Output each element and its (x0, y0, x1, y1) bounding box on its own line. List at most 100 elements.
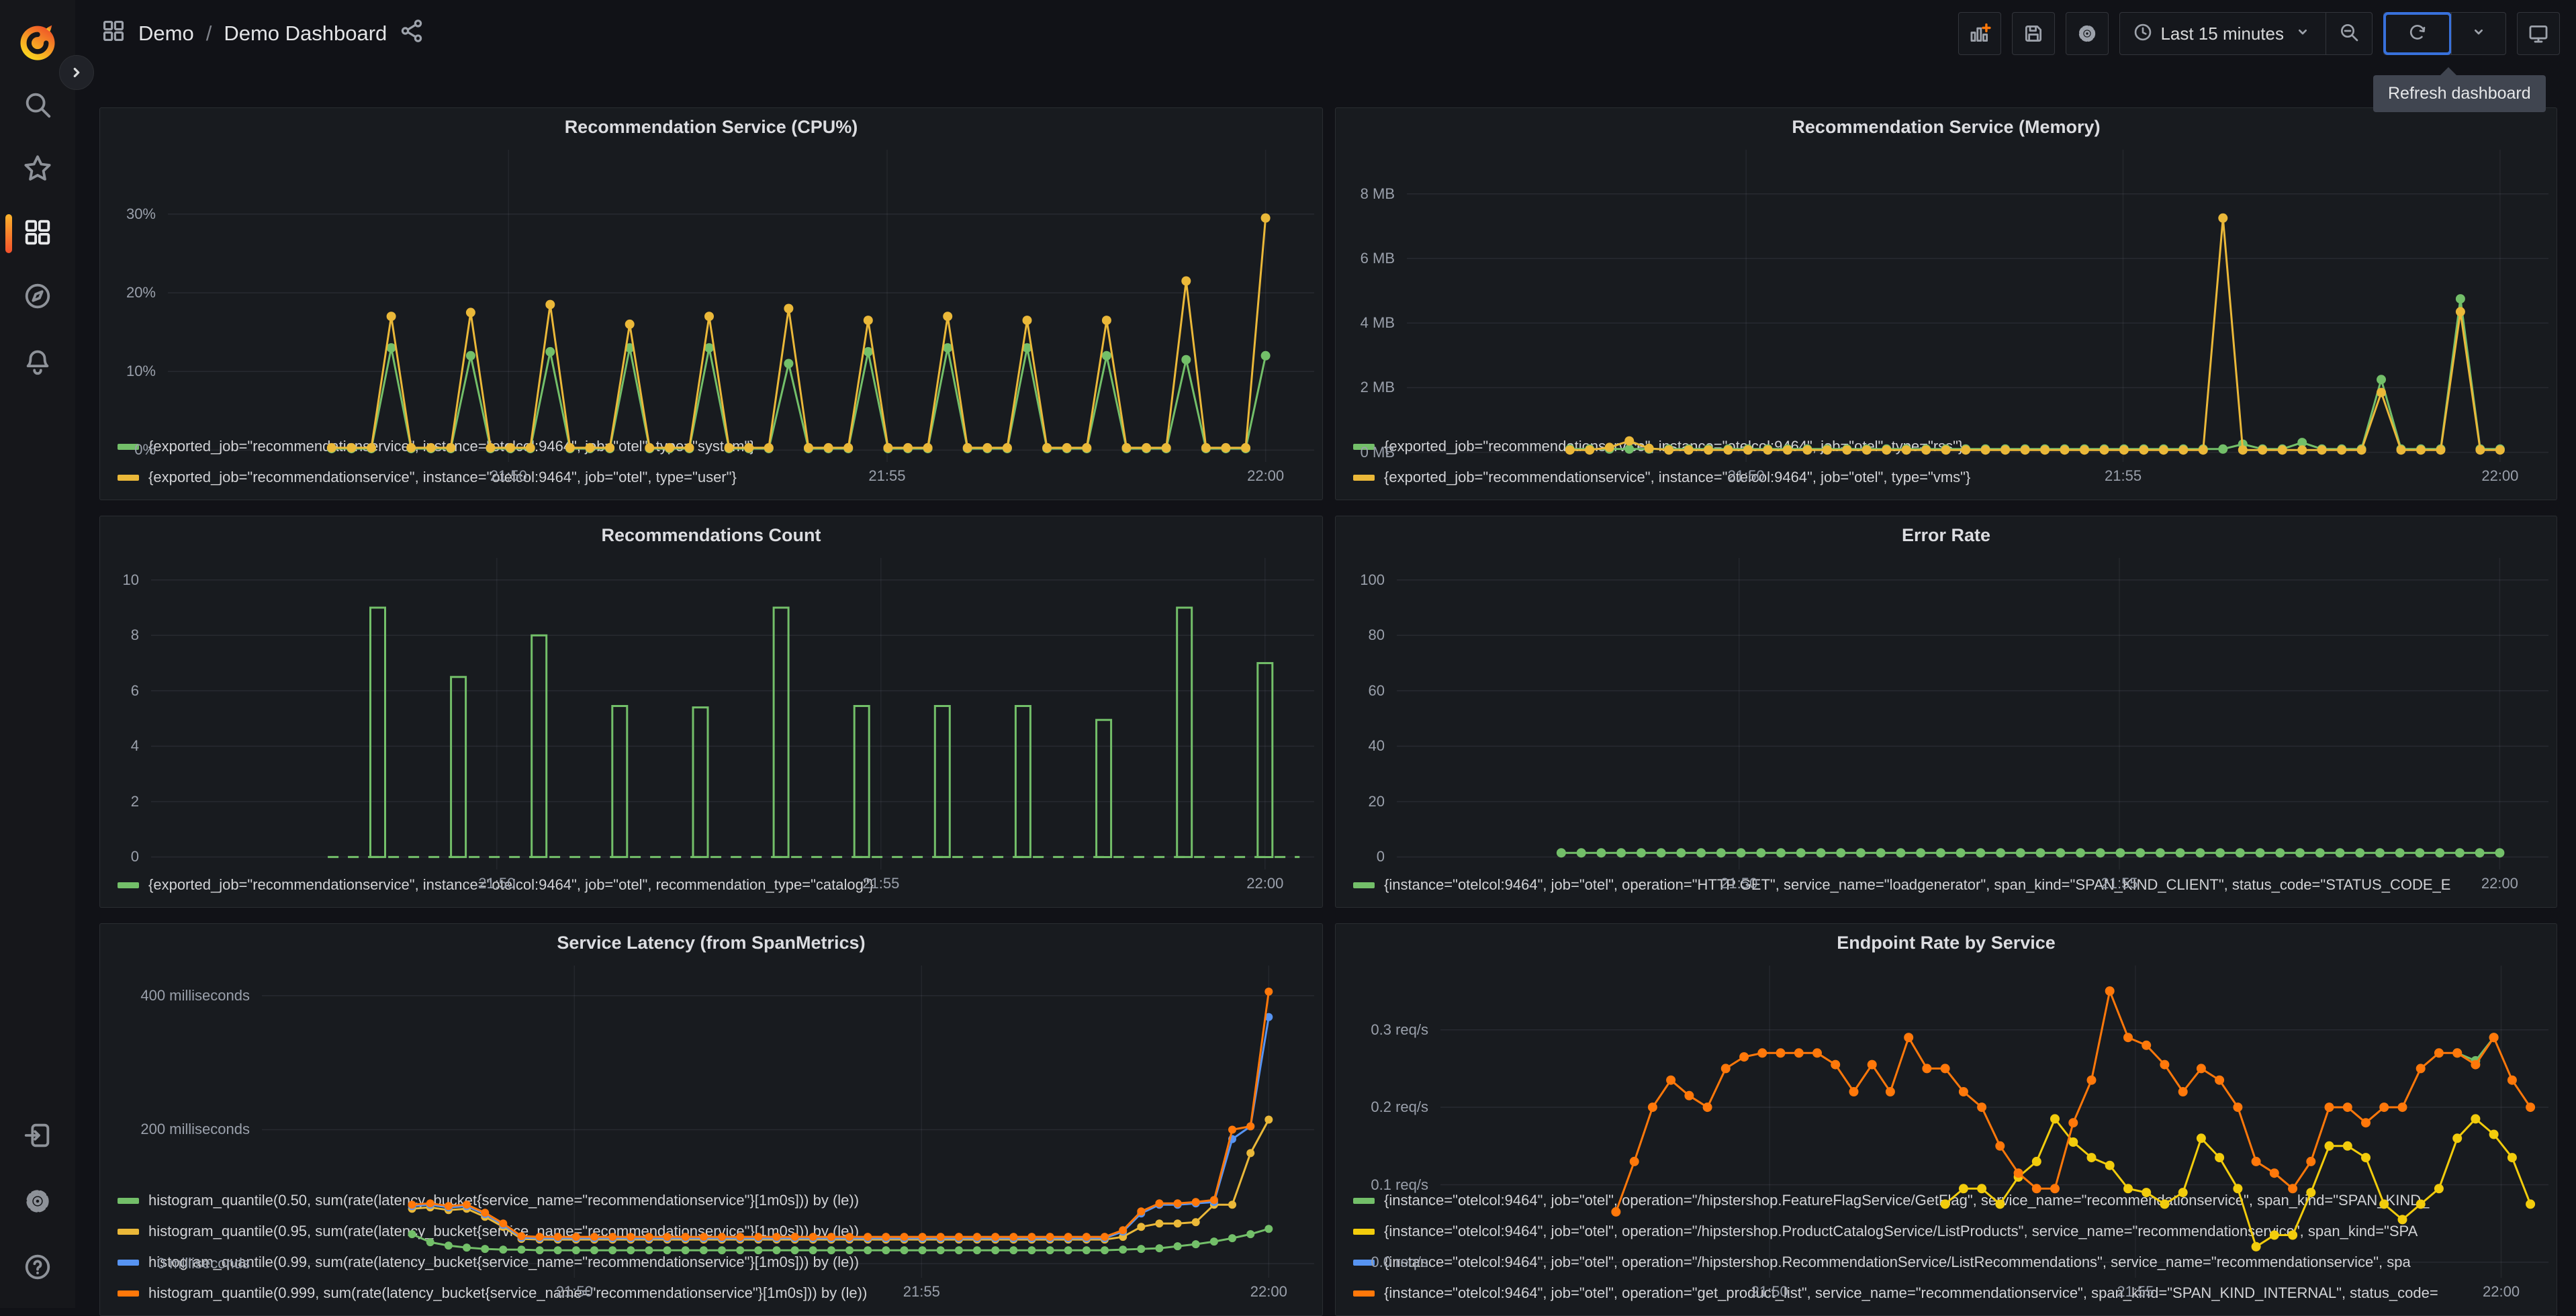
y-axis-label: 400 milliseconds (140, 986, 250, 1004)
dashboard-settings-button[interactable] (2066, 12, 2109, 55)
active-indicator (5, 214, 12, 253)
bell-icon (22, 346, 53, 381)
chevron-down-icon (2292, 21, 2313, 46)
caret-down-icon (2468, 21, 2489, 46)
dashboard-grid-icon (101, 18, 126, 49)
y-axis-label: 80 (1368, 626, 1385, 644)
legend-swatch (118, 474, 139, 481)
y-axis-label: 8 MB (1360, 185, 1395, 202)
cpu-chart-plot[interactable]: 0% 10% 20% 30% 21:50 21:55 22:00 (104, 146, 1318, 484)
x-axis-label: 21:50 (1727, 467, 1765, 484)
sidebar-item-dashboards[interactable] (0, 203, 75, 264)
y-axis-label: 2 MB (1360, 379, 1395, 396)
top-nav: Demo / Demo Dashboard Last 15 minutes (75, 0, 2576, 67)
panel-title[interactable]: Error Rate (1336, 516, 2557, 554)
legend-item[interactable]: {exported_job="recommendationservice", i… (118, 869, 1322, 900)
dashboards-grid-icon (22, 217, 53, 251)
legend-label: {instance="otelcol:9464", job="otel", op… (1384, 876, 2451, 893)
x-axis-label: 22:00 (1246, 875, 1284, 892)
sidebar (0, 0, 94, 1308)
cycle-view-mode-button[interactable] (2517, 12, 2560, 55)
x-axis-label: 22:00 (1247, 467, 1285, 484)
latency-chart-plot[interactable]: 0 milliseconds 200 milliseconds 400 millis… (104, 961, 1318, 1300)
breadcrumb: Demo / Demo Dashboard (101, 18, 424, 49)
x-axis-label: 21:50 (555, 1283, 593, 1300)
panel-title[interactable]: Recommendation Service (Memory) (1336, 108, 2557, 146)
y-axis-label: 0.2 req/s (1371, 1098, 1428, 1116)
y-axis-label: 60 (1368, 682, 1385, 699)
grafana-logo-icon[interactable] (15, 19, 60, 60)
panel-title[interactable]: Endpoint Rate by Service (1336, 924, 2557, 961)
sidebar-item-search[interactable] (0, 76, 75, 136)
dashboard-toolbar: Last 15 minutes (1958, 12, 2560, 55)
y-axis-label: 6 (130, 682, 139, 699)
search-icon (22, 89, 53, 124)
sidebar-item-starred[interactable] (0, 140, 75, 200)
gear-icon (22, 1186, 53, 1220)
time-range-label: Last 15 minutes (2160, 23, 2284, 44)
star-icon (22, 153, 53, 187)
panel-error-rate: Error Rate 0 20 40 60 80 100 21:50 21:55 22:00 {… (1335, 516, 2557, 908)
sidebar-item-alerting[interactable] (0, 333, 75, 393)
legend-item[interactable]: {exported_job="recommendationservice", i… (118, 462, 1322, 493)
y-axis-label: 0 (130, 848, 139, 865)
y-axis-label: 4 MB (1360, 314, 1395, 332)
breadcrumb-folder[interactable]: Demo (138, 21, 194, 46)
legend-item[interactable]: {instance="otelcol:9464", job="otel", op… (1353, 1278, 2557, 1309)
legend-swatch (118, 882, 139, 888)
compass-icon (22, 281, 53, 315)
legend-swatch (118, 1290, 139, 1297)
save-dashboard-button[interactable] (2012, 12, 2056, 55)
refresh-interval-dropdown[interactable] (2451, 13, 2505, 54)
sidebar-item-settings[interactable] (0, 1172, 75, 1233)
y-axis-label: 10 (122, 571, 139, 588)
time-controls: Last 15 minutes (2119, 12, 2373, 55)
zoom-out-time-button[interactable] (2326, 13, 2372, 54)
panel-title[interactable]: Recommendations Count (100, 516, 1322, 554)
legend-label: {exported_job="recommendationservice", i… (1384, 469, 1971, 485)
y-axis-label: 8 (130, 626, 139, 644)
panel-recommendation-cpu: Recommendation Service (CPU%) 0% 10% 20% 30… (99, 107, 1323, 500)
refresh-controls (2383, 12, 2506, 55)
share-icon[interactable] (399, 18, 424, 49)
breadcrumb-dashboard[interactable]: Demo Dashboard (224, 21, 387, 46)
sign-in-icon (22, 1120, 53, 1154)
memory-chart-plot[interactable]: 0 MB 2 MB 4 MB 6 MB 8 MB 21:50 21:55 22:00 (1340, 146, 2552, 484)
zoom-out-icon (2338, 21, 2360, 46)
y-axis-label: 30% (126, 205, 156, 222)
error-rate-chart-plot[interactable]: 0 20 40 60 80 100 21:50 21:55 22:00 (1340, 554, 2552, 892)
x-axis-label: 21:55 (862, 875, 900, 892)
y-axis-label: 20 (1368, 792, 1385, 810)
legend-swatch (1353, 882, 1375, 888)
panel-title[interactable]: Recommendation Service (CPU%) (100, 108, 1322, 146)
y-axis-label: 6 MB (1360, 249, 1395, 267)
legend-item[interactable]: histogram_quantile(0.999, sum(rate(laten… (118, 1278, 1322, 1309)
x-axis-label: 21:50 (490, 467, 527, 484)
x-axis-label: 21:55 (2105, 467, 2142, 484)
clock-icon (2132, 21, 2154, 46)
x-axis-label: 21:50 (478, 875, 516, 892)
x-axis-label: 21:50 (1720, 875, 1758, 892)
breadcrumb-separator: / (205, 21, 212, 45)
sidebar-item-sign-in[interactable] (0, 1107, 75, 1167)
add-panel-button[interactable] (1958, 12, 2002, 55)
time-range-picker[interactable]: Last 15 minutes (2120, 13, 2326, 54)
legend-swatch (1353, 1290, 1375, 1297)
count-chart-plot[interactable]: 0 2 4 6 8 10 21:50 21:55 22:00 (104, 554, 1318, 892)
x-axis-label: 22:00 (1250, 1283, 1287, 1300)
endpoint-rate-chart-plot[interactable]: 0.0 req/s 0.1 req/s 0.2 req/s 0.3 req/s 21:5… (1340, 961, 2552, 1300)
y-axis-label: 10% (126, 363, 156, 380)
legend-swatch (1353, 474, 1375, 481)
sidebar-item-help[interactable] (0, 1238, 75, 1299)
y-axis-label: 200 milliseconds (140, 1121, 250, 1138)
refresh-dashboard-button[interactable] (2383, 12, 2452, 55)
count-chart-legend: {exported_job="recommendationservice", i… (118, 869, 1322, 900)
legend-item[interactable]: {exported_job="recommendationservice", i… (1353, 462, 2557, 493)
y-axis-label: 0.1 req/s (1371, 1176, 1428, 1193)
y-axis-label: 100 (1360, 571, 1385, 588)
panel-title[interactable]: Service Latency (from SpanMetrics) (100, 924, 1322, 961)
panel-recommendation-memory: Recommendation Service (Memory) 0 MB 2 MB… (1335, 107, 2557, 500)
legend-item[interactable]: {instance="otelcol:9464", job="otel", op… (1353, 869, 2557, 900)
sidebar-item-explore[interactable] (0, 267, 75, 328)
x-axis-label: 21:55 (2117, 1283, 2154, 1300)
